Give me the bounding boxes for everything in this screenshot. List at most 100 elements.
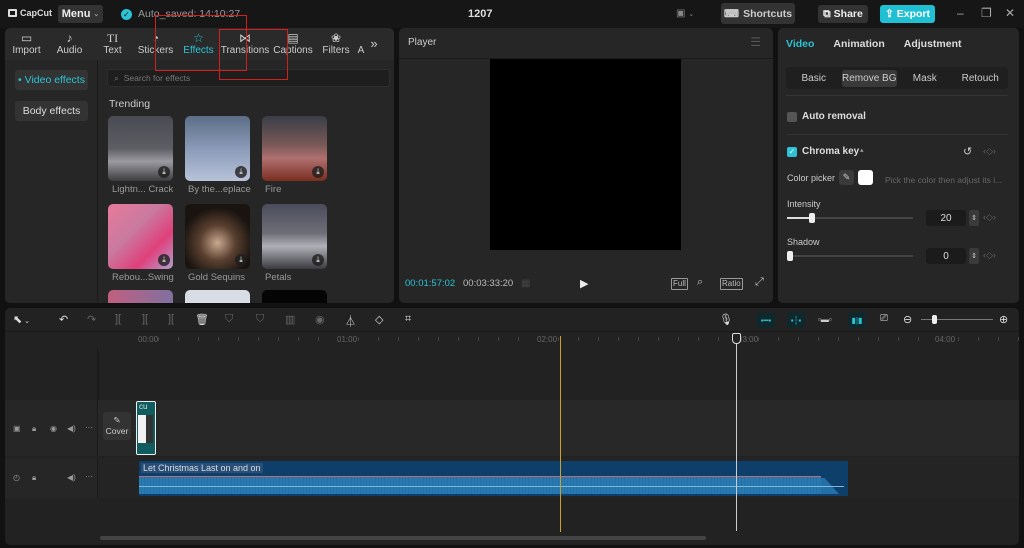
keyframe-icon[interactable]: ‹◇› (983, 250, 996, 261)
main-track-magnet-icon[interactable]: ▪━▪ (757, 312, 775, 328)
effect-thumbnail[interactable] (108, 290, 173, 303)
eyedropper-icon[interactable]: ✎ (839, 170, 854, 185)
chevron-up-icon[interactable]: ▴ (860, 146, 864, 154)
export-button[interactable]: ⇪ Export (880, 5, 935, 23)
mirror-icon[interactable]: ⏃ (345, 313, 356, 329)
effect-thumbnail[interactable]: ⤓ (262, 204, 327, 269)
lock-icon[interactable]: 🔒︎ (32, 424, 36, 434)
chevron-double-right-icon[interactable]: » (366, 28, 382, 60)
select-tool-icon[interactable]: ⬉ ⌄ (13, 313, 30, 326)
tab-text[interactable]: TI Text (91, 28, 134, 60)
shield-icon[interactable]: ⛉ (256, 313, 264, 326)
reverse-icon[interactable]: ◉ (315, 313, 325, 326)
effect-thumbnail[interactable] (185, 290, 250, 303)
audio-volume-icon[interactable]: ◀) (67, 424, 76, 433)
tab-adjustment[interactable]: Adjustment (904, 38, 962, 50)
split-icon[interactable]: ][ (115, 313, 121, 325)
slider-handle[interactable] (809, 213, 815, 223)
keyframe-icon[interactable]: ‹◇› (983, 212, 996, 223)
keyframe-icon[interactable]: ‹◇› (983, 146, 996, 157)
more-options-icon[interactable]: ··· (85, 472, 93, 481)
intensity-input[interactable]: 20 (926, 210, 966, 226)
chroma-key-checkbox[interactable]: ✓ (787, 147, 797, 157)
time-ruler[interactable]: 00:00 01:00 02:00 03:00 04:00 (5, 332, 1019, 348)
rotate-icon[interactable]: ◇ (375, 313, 383, 326)
subtab-basic[interactable]: Basic (786, 70, 842, 87)
horizontal-scrollbar[interactable] (100, 536, 706, 540)
tab-import[interactable]: ▭ Import (5, 28, 48, 60)
sidebar-item-video-effects[interactable]: • Video effects (15, 70, 88, 90)
minimize-icon[interactable]: – (957, 6, 964, 20)
sidebar-item-body-effects[interactable]: Body effects (15, 101, 88, 121)
fullscreen-icon[interactable]: ⤢ (755, 276, 764, 289)
effect-thumbnail[interactable]: ⤓ (185, 204, 250, 269)
freeze-icon[interactable]: ▥ (285, 313, 295, 326)
auto-removal-checkbox[interactable] (787, 112, 797, 122)
cover-button[interactable]: ✎ Cover (103, 412, 131, 440)
restore-icon[interactable]: ❐ (981, 6, 992, 20)
full-button[interactable]: Full (671, 278, 688, 290)
audio-volume-icon[interactable]: ◀) (67, 473, 76, 482)
lock-icon[interactable]: 🔒︎ (32, 473, 36, 483)
ratio-button[interactable]: Ratio (720, 278, 743, 290)
video-clip[interactable]: cu (136, 401, 156, 455)
reset-icon[interactable]: ↺ (963, 145, 972, 158)
share-button[interactable]: ⧉ Share (818, 5, 868, 23)
effect-thumbnail[interactable]: ⤓ (262, 116, 327, 181)
download-icon[interactable]: ⤓ (312, 254, 324, 266)
preview-axis-icon[interactable]: ▮|▮ (848, 312, 866, 328)
microphone-icon[interactable]: 🎙︎ (719, 313, 733, 326)
zoom-fit-icon[interactable]: ⌕ (697, 276, 703, 289)
effect-thumbnail[interactable]: ⤓ (108, 204, 173, 269)
split-left-icon[interactable]: ][ (142, 313, 148, 325)
undo-icon[interactable]: ↶ (59, 313, 68, 326)
project-title[interactable]: 1207 (468, 8, 492, 20)
close-icon[interactable]: ✕ (1005, 6, 1015, 20)
intensity-slider[interactable] (787, 213, 913, 223)
timeline-zoom-handle[interactable] (932, 315, 937, 324)
volume-line[interactable] (139, 486, 844, 487)
download-icon[interactable]: ⤓ (158, 166, 170, 178)
auto-snap-icon[interactable]: ▪┆▪ (787, 312, 805, 328)
stepper-icon[interactable]: ⇕ (969, 248, 979, 264)
picked-color-swatch[interactable] (858, 170, 873, 185)
zoom-in-icon[interactable]: ⊕ (999, 313, 1008, 326)
redo-icon[interactable]: ↷ (87, 313, 96, 326)
play-icon[interactable]: ▶ (580, 277, 588, 290)
subtab-remove-bg[interactable]: Remove BG (841, 69, 897, 87)
zoom-out-icon[interactable]: ⊖ (903, 313, 912, 326)
more-options-icon[interactable]: ··· (85, 423, 93, 432)
shadow-input[interactable]: 0 (926, 248, 966, 264)
fit-timeline-icon[interactable]: ⎚ (880, 313, 888, 324)
tab-filters[interactable]: ❀ Filters (316, 28, 356, 60)
video-preview[interactable] (490, 59, 681, 250)
download-icon[interactable]: ⤓ (235, 254, 247, 266)
audio-clip[interactable]: Let Christmas Last on and on (139, 461, 848, 496)
menu-button[interactable]: Menu ⌄ (58, 5, 103, 23)
download-icon[interactable]: ⤓ (158, 254, 170, 266)
tab-animation[interactable]: Animation (833, 38, 884, 50)
tab-audio[interactable]: ♪ Audio (48, 28, 91, 60)
subtab-retouch[interactable]: Retouch (953, 70, 1009, 87)
layout-icon[interactable]: ▣ ⌄ (676, 8, 694, 19)
download-icon[interactable]: ⤓ (235, 166, 247, 178)
playhead-handle[interactable] (732, 333, 741, 344)
delete-icon[interactable]: 🗑︎ (195, 313, 209, 326)
playhead[interactable] (736, 336, 737, 531)
menu-icon[interactable]: ☰ (750, 35, 761, 49)
effect-thumbnail[interactable]: ⤓ (108, 116, 173, 181)
stepper-icon[interactable]: ⇕ (969, 210, 979, 226)
crop-icon[interactable]: ⌗ (405, 313, 411, 326)
effect-thumbnail[interactable] (262, 290, 327, 303)
mask-icon[interactable]: ⛉ (225, 313, 233, 326)
shortcuts-button[interactable]: ⌨ Shortcuts (721, 3, 795, 24)
subtab-mask[interactable]: Mask (897, 70, 953, 87)
eye-icon[interactable]: ◉ (50, 424, 57, 433)
slider-handle[interactable] (787, 251, 793, 261)
shadow-slider[interactable] (787, 251, 913, 261)
effect-thumbnail[interactable]: ⤓ (185, 116, 250, 181)
download-icon[interactable]: ⤓ (312, 166, 324, 178)
split-right-icon[interactable]: ][ (168, 313, 174, 325)
tab-more[interactable]: A (356, 28, 366, 60)
linkage-icon[interactable]: ▫▬▫ (818, 315, 832, 324)
